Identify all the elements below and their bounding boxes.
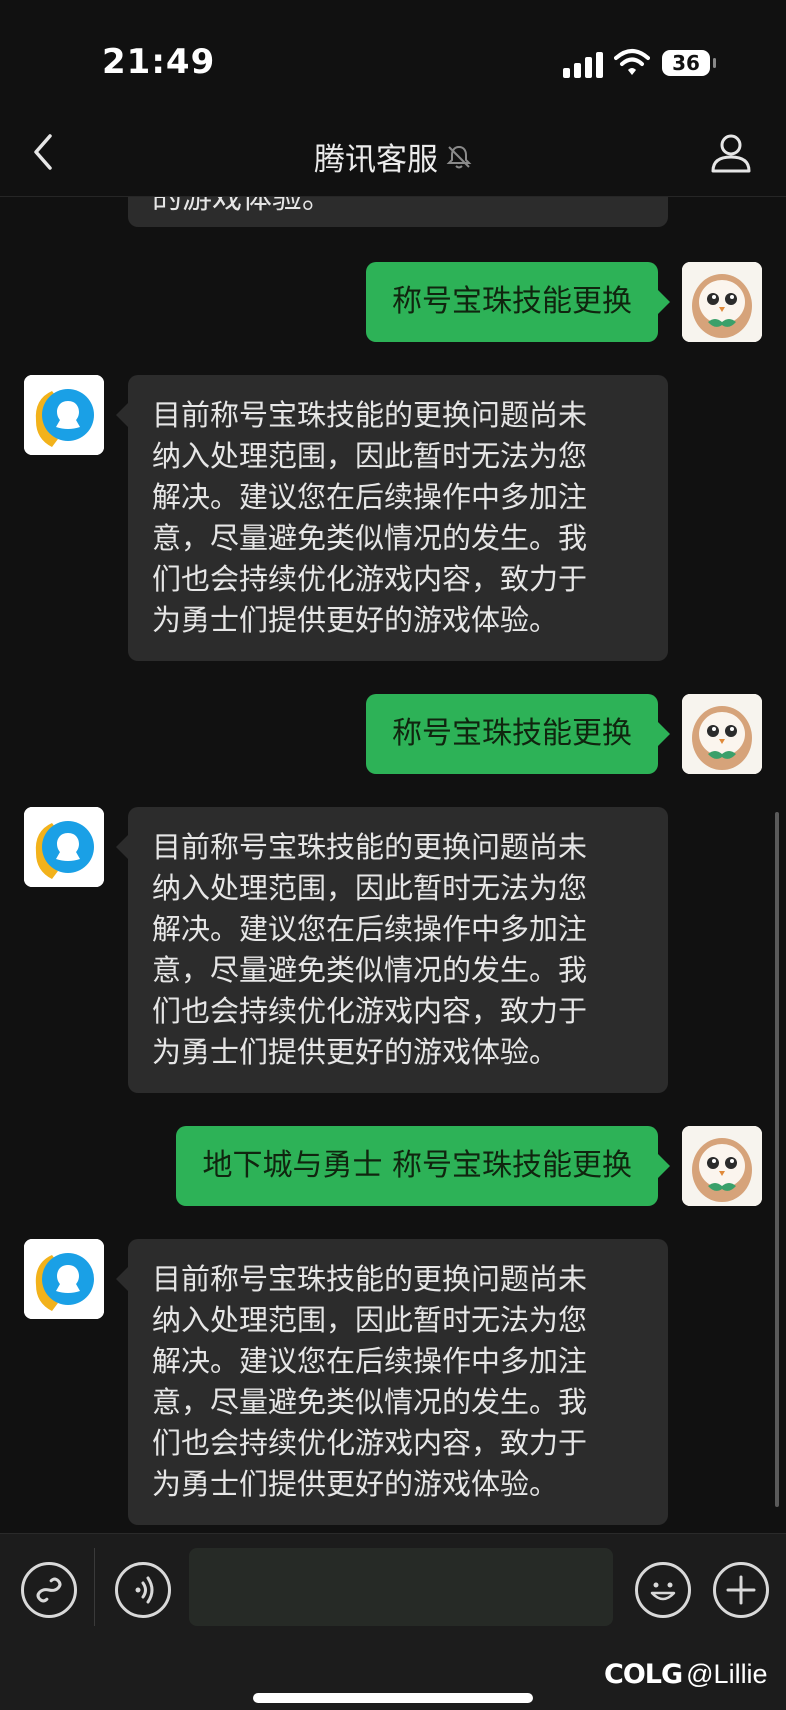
bubble-line: 解决。建议您在后续操作中多加注: [152, 1344, 588, 1378]
bubble-line: 目前称号宝珠技能的更换问题尚未: [152, 1262, 588, 1296]
chat-title-text: 腾讯客服: [314, 142, 438, 178]
voice-icon: [135, 1576, 154, 1604]
bubble-line: 为勇士们提供更好的游戏体验。: [152, 1467, 559, 1501]
user-avatar[interactable]: [682, 694, 762, 774]
mini-program-button[interactable]: [21, 1562, 77, 1618]
clipped-text: 的游戏体验。: [152, 197, 332, 216]
watermark-text: @Lillie: [686, 1659, 768, 1689]
outgoing-bubble[interactable]: 称号宝珠技能更换: [366, 262, 670, 342]
home-indicator[interactable]: [253, 1693, 533, 1703]
outgoing-bubble[interactable]: 地下城与勇士 称号宝珠技能更换: [176, 1126, 670, 1206]
service-avatar[interactable]: [24, 375, 104, 455]
mini-program-icon: [36, 1577, 62, 1603]
clipped-service-bubble: 的游戏体验。: [128, 197, 668, 227]
input-divider: [94, 1548, 95, 1626]
voice-button[interactable]: [115, 1562, 171, 1618]
chat-scrollbar[interactable]: [775, 812, 779, 1507]
status-time: 21:49: [102, 42, 216, 82]
battery-cap: [713, 58, 716, 68]
bubble-line: 解决。建议您在后续操作中多加注: [152, 912, 588, 946]
bubble-line: 意，尽量避免类似情况的发生。我: [152, 1385, 588, 1419]
message-input[interactable]: [189, 1548, 613, 1626]
bubble-line: 解决。建议您在后续操作中多加注: [152, 480, 588, 514]
chat-area[interactable]: 的游戏体验。 称号宝珠技能更换 目前称号宝珠技能的更换问题尚未 纳入处理范围，因…: [0, 197, 786, 1533]
user-avatar[interactable]: [682, 262, 762, 342]
status-bar: 21:49 36: [0, 0, 786, 110]
bubble-line: 为勇士们提供更好的游戏体验。: [152, 603, 559, 637]
incoming-bubble[interactable]: 目前称号宝珠技能的更换问题尚未 纳入处理范围，因此暂时无法为您 解决。建议您在后…: [116, 1239, 668, 1525]
nav-bar: 腾讯客服: [0, 110, 786, 197]
bubble-line: 为勇士们提供更好的游戏体验。: [152, 1035, 559, 1069]
bubble-line: 纳入处理范围，因此暂时无法为您: [152, 871, 588, 905]
watermark: COLG @Lillie: [604, 1659, 768, 1690]
service-avatar[interactable]: [24, 807, 104, 887]
incoming-bubble[interactable]: 目前称号宝珠技能的更换问题尚未 纳入处理范围，因此暂时无法为您 解决。建议您在后…: [116, 807, 668, 1093]
emoji-icon: [650, 1582, 676, 1601]
chat-title: 腾讯客服: [0, 134, 786, 179]
profile-icon[interactable]: [710, 132, 752, 174]
bubble-line: 目前称号宝珠技能的更换问题尚未: [152, 398, 588, 432]
service-avatar[interactable]: [24, 1239, 104, 1319]
bubble-line: 们也会持续优化游戏内容，致力于: [152, 562, 588, 596]
incoming-bubble[interactable]: 目前称号宝珠技能的更换问题尚未 纳入处理范围，因此暂时无法为您 解决。建议您在后…: [116, 375, 668, 661]
bubble-line: 意，尽量避免类似情况的发生。我: [152, 953, 588, 987]
plus-icon: [726, 1575, 756, 1605]
bubble-line: 目前称号宝珠技能的更换问题尚未: [152, 830, 588, 864]
battery-icon: 36: [662, 50, 716, 76]
bubble-line: 意，尽量避免类似情况的发生。我: [152, 521, 588, 555]
wifi-icon: [614, 48, 650, 76]
bubble-line: 纳入处理范围，因此暂时无法为您: [152, 439, 588, 473]
user-avatar[interactable]: [682, 1126, 762, 1206]
signal-icon: [563, 52, 603, 78]
outgoing-bubble[interactable]: 称号宝珠技能更换: [366, 694, 670, 774]
battery-level: 36: [662, 50, 710, 76]
mute-bell-icon: [446, 144, 472, 170]
plus-button[interactable]: [713, 1562, 769, 1618]
watermark-logo: COLG: [604, 1659, 683, 1690]
bubble-line: 纳入处理范围，因此暂时无法为您: [152, 1303, 588, 1337]
emoji-button[interactable]: [635, 1562, 691, 1618]
bubble-line: 们也会持续优化游戏内容，致力于: [152, 994, 588, 1028]
bubble-line: 们也会持续优化游戏内容，致力于: [152, 1426, 588, 1460]
input-bar: COLG @Lillie: [0, 1533, 786, 1710]
